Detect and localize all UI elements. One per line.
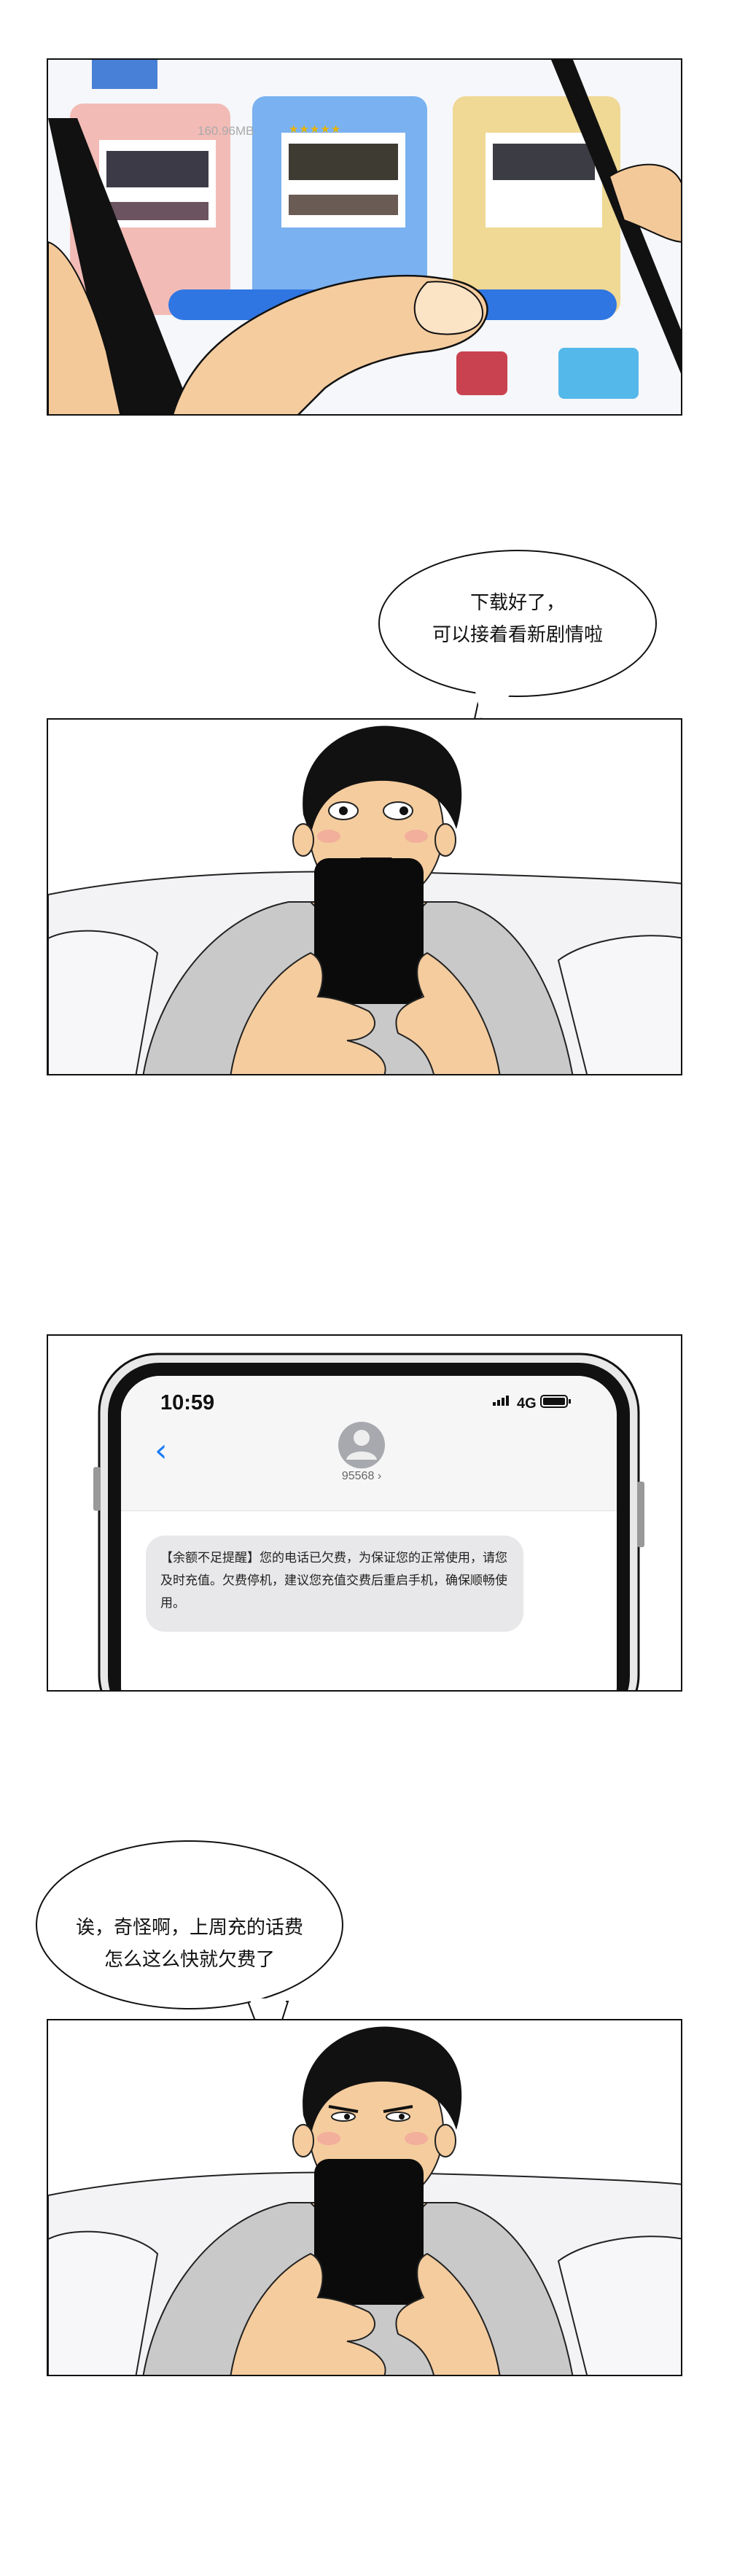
bubble2-line2: 怎么这么快就欠费了 [104,1949,275,1971]
sender-chevron: › [377,1470,382,1482]
comic-panel-man-smiling [47,718,682,1075]
bubble1-text: 下载好了， 可以接着看新剧情啦 [394,587,642,651]
bubble2-line1: 诶，奇怪啊，上周充的话费 [75,1917,303,1939]
comic-panel-sms: 10:59 4G ‹ 95568 › 【余额不足提醒】您的电话已欠费，为保证您的… [47,1334,682,1692]
man-puzzled-illustration [48,2026,681,2375]
chevron-left-icon[interactable]: ‹ [155,1435,168,1467]
network-type-label: 4G [517,1396,537,1412]
sender-number[interactable]: 95568 › [303,1470,420,1483]
status-bar-time: 10:59 [160,1391,215,1415]
bubble1-line2: 可以接着看新剧情啦 [432,624,603,646]
comic-panel-man-puzzled [47,2019,682,2376]
bubble1-line1: 下载好了， [469,592,565,614]
man-smiling-illustration [48,725,681,1074]
sms-message-bubble: 【余额不足提醒】您的电话已欠费，为保证您的正常使用，请您及时充值。欠费停机，建议… [146,1536,523,1632]
sender-number-text: 95568 [341,1470,375,1482]
phone-frame-illustration [48,1336,681,1690]
bubble2-text: 诶，奇怪啊，上周充的话费 怎么这么快就欠费了 [44,1912,335,1976]
